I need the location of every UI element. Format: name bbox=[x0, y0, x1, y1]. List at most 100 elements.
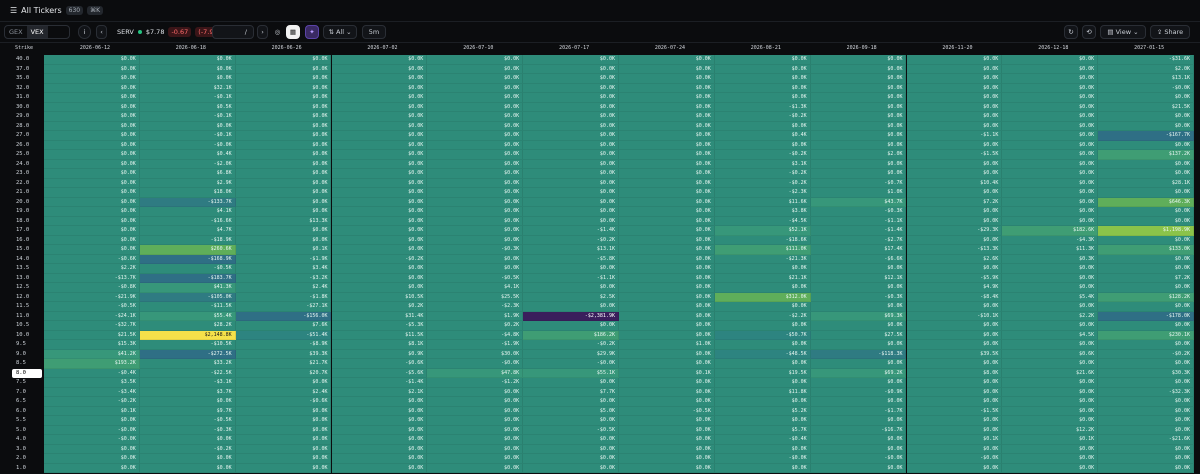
exposure-cell[interactable]: $10.5K bbox=[331, 292, 428, 302]
info-icon[interactable]: i bbox=[78, 25, 91, 39]
exposure-cell[interactable]: $0.0K bbox=[235, 169, 332, 179]
exposure-cell[interactable]: -$13.3K bbox=[906, 245, 1003, 255]
exposure-cell[interactable]: -$0.2K bbox=[714, 178, 811, 188]
exposure-cell[interactable]: $0.0K bbox=[1002, 302, 1099, 312]
exposure-cell[interactable]: $17.4K bbox=[810, 245, 907, 255]
exposure-cell[interactable]: $0.0K bbox=[810, 169, 907, 179]
exposure-cell[interactable]: $0.0K bbox=[1002, 397, 1099, 407]
exposure-cell[interactable]: $1,198.9K bbox=[1098, 226, 1194, 236]
exposure-cell[interactable]: $0.0K bbox=[714, 359, 811, 369]
exposure-cell[interactable]: -$4.5K bbox=[714, 216, 811, 226]
exposure-cell[interactable]: $0.0K bbox=[619, 416, 715, 426]
exposure-cell[interactable]: $0.0K bbox=[1098, 378, 1194, 388]
exposure-cell[interactable]: $0.0K bbox=[619, 245, 715, 255]
exposure-cell[interactable]: $0.0K bbox=[331, 454, 428, 464]
exposure-cell[interactable]: $0.0K bbox=[523, 178, 619, 188]
exposure-cell[interactable]: -$0.2K bbox=[331, 254, 428, 264]
exposure-cell[interactable]: -$1.9K bbox=[235, 254, 332, 264]
exposure-cell[interactable]: $0.0K bbox=[235, 159, 332, 169]
exposure-cell[interactable]: -$2.7K bbox=[810, 235, 907, 245]
exposure-cell[interactable]: $0.0K bbox=[714, 64, 811, 74]
exposure-cell[interactable]: -$0.3K bbox=[427, 245, 524, 255]
expiry-header[interactable]: 2026-11-20 bbox=[942, 45, 972, 51]
exposure-cell[interactable]: $0.0K bbox=[235, 197, 332, 207]
exposure-cell[interactable]: $0.0K bbox=[810, 93, 907, 103]
exposure-cell[interactable]: $0.0K bbox=[331, 444, 428, 454]
exposure-cell[interactable]: $0.0K bbox=[714, 321, 811, 331]
exposure-cell[interactable]: $0.0K bbox=[523, 216, 619, 226]
exposure-cell[interactable]: $0.0K bbox=[1002, 169, 1099, 179]
refresh-button[interactable]: ↻ bbox=[1064, 25, 1078, 39]
exposure-cell[interactable]: $0.0K bbox=[1098, 169, 1194, 179]
exposure-cell[interactable]: $28.2K bbox=[139, 321, 236, 331]
exposure-cell[interactable]: $0.0K bbox=[523, 435, 619, 445]
exposure-cell[interactable]: $0.0K bbox=[235, 444, 332, 454]
exposure-cell[interactable]: $0.0K bbox=[331, 102, 428, 112]
exposure-cell[interactable]: -$0.3K bbox=[139, 425, 236, 435]
filter-dropdown[interactable]: ⇅ All ⌄ bbox=[323, 25, 357, 39]
exposure-cell[interactable]: $0.0K bbox=[523, 131, 619, 141]
exposure-cell[interactable]: $0.0K bbox=[906, 83, 1003, 93]
exposure-cell[interactable]: $0.0K bbox=[906, 264, 1003, 274]
exposure-cell[interactable]: $0.0K bbox=[619, 264, 715, 274]
all-tickers-selector[interactable]: ☰ All Tickers 630 ⌘K bbox=[10, 3, 104, 18]
exposure-cell[interactable]: $0.0K bbox=[619, 463, 715, 473]
exposure-cell[interactable]: $0.0K bbox=[44, 121, 140, 131]
exposure-cell[interactable]: $55.4K bbox=[139, 311, 236, 321]
exposure-cell[interactable]: $0.0K bbox=[906, 425, 1003, 435]
exposure-cell[interactable]: $0.0K bbox=[714, 302, 811, 312]
exposure-cell[interactable]: $2.1K bbox=[331, 387, 428, 397]
exposure-cell[interactable]: -$0.6K bbox=[235, 397, 332, 407]
exposure-cell[interactable]: $0.0K bbox=[714, 93, 811, 103]
exposure-cell[interactable]: $0.0K bbox=[1002, 463, 1099, 473]
exposure-cell[interactable]: -$0.2K bbox=[714, 150, 811, 160]
exposure-cell[interactable]: -$1.7K bbox=[810, 406, 907, 416]
view-dropdown[interactable]: ▤ View ⌄ bbox=[1100, 25, 1146, 39]
exposure-cell[interactable]: $0.0K bbox=[1098, 340, 1194, 350]
exposure-cell[interactable]: $0.0K bbox=[810, 102, 907, 112]
exposure-cell[interactable]: $21.1K bbox=[714, 273, 811, 283]
exposure-cell[interactable]: $0.0K bbox=[619, 235, 715, 245]
exposure-cell[interactable]: -$8.4K bbox=[906, 292, 1003, 302]
exposure-cell[interactable]: $0.0K bbox=[714, 140, 811, 150]
exposure-cell[interactable]: $0.0K bbox=[331, 397, 428, 407]
exposure-cell[interactable]: $0.0K bbox=[1098, 321, 1194, 331]
exposure-cell[interactable]: $28.1K bbox=[1098, 178, 1194, 188]
expiry-header[interactable]: 2026-08-21 bbox=[751, 45, 781, 51]
exposure-cell[interactable]: $0.0K bbox=[427, 169, 524, 179]
gex-tab[interactable]: GEX bbox=[5, 26, 27, 38]
exposure-cell[interactable]: $0.1K bbox=[906, 435, 1003, 445]
exposure-cell[interactable]: $7.2K bbox=[1098, 273, 1194, 283]
exposure-cell[interactable]: $0.0K bbox=[44, 150, 140, 160]
exposure-cell[interactable]: $0.0K bbox=[523, 207, 619, 217]
exposure-cell[interactable]: $0.0K bbox=[619, 425, 715, 435]
exposure-cell[interactable]: $4.1K bbox=[139, 207, 236, 217]
exposure-cell[interactable]: $0.0K bbox=[1002, 64, 1099, 74]
exposure-cell[interactable]: $0.0K bbox=[44, 216, 140, 226]
exposure-cell[interactable]: -$0.0K bbox=[44, 425, 140, 435]
exposure-cell[interactable]: $0.0K bbox=[331, 273, 428, 283]
exposure-cell[interactable]: $7.6K bbox=[235, 321, 332, 331]
exposure-cell[interactable]: $12.1K bbox=[810, 273, 907, 283]
exposure-cell[interactable]: $0.0K bbox=[44, 188, 140, 198]
exposure-cell[interactable]: $21.5K bbox=[1098, 102, 1194, 112]
exposure-cell[interactable]: $0.0K bbox=[331, 406, 428, 416]
exposure-cell[interactable]: $0.3K bbox=[1002, 254, 1099, 264]
exposure-cell[interactable]: $0.0K bbox=[44, 159, 140, 169]
exposure-cell[interactable]: $0.0K bbox=[235, 55, 332, 65]
exposure-cell[interactable]: $0.5K bbox=[139, 102, 236, 112]
exposure-cell[interactable]: -$1.4K bbox=[523, 226, 619, 236]
exposure-cell[interactable]: $0.0K bbox=[427, 416, 524, 426]
exposure-cell[interactable]: -$1.9K bbox=[427, 340, 524, 350]
exposure-cell[interactable]: $0.0K bbox=[1002, 131, 1099, 141]
exposure-cell[interactable]: -$0.0K bbox=[427, 359, 524, 369]
exposure-cell[interactable]: $0.0K bbox=[1098, 216, 1194, 226]
exposure-cell[interactable]: $0.0K bbox=[619, 387, 715, 397]
exposure-cell[interactable]: -$0.2K bbox=[714, 169, 811, 179]
exposure-cell[interactable]: $0.0K bbox=[44, 64, 140, 74]
exposure-cell[interactable]: $0.0K bbox=[1098, 463, 1194, 473]
exposure-cell[interactable]: $31.4K bbox=[331, 311, 428, 321]
exposure-cell[interactable]: $0.0K bbox=[44, 131, 140, 141]
target-icon[interactable]: ◎ bbox=[272, 25, 283, 39]
exposure-cell[interactable]: $0.0K bbox=[44, 74, 140, 84]
